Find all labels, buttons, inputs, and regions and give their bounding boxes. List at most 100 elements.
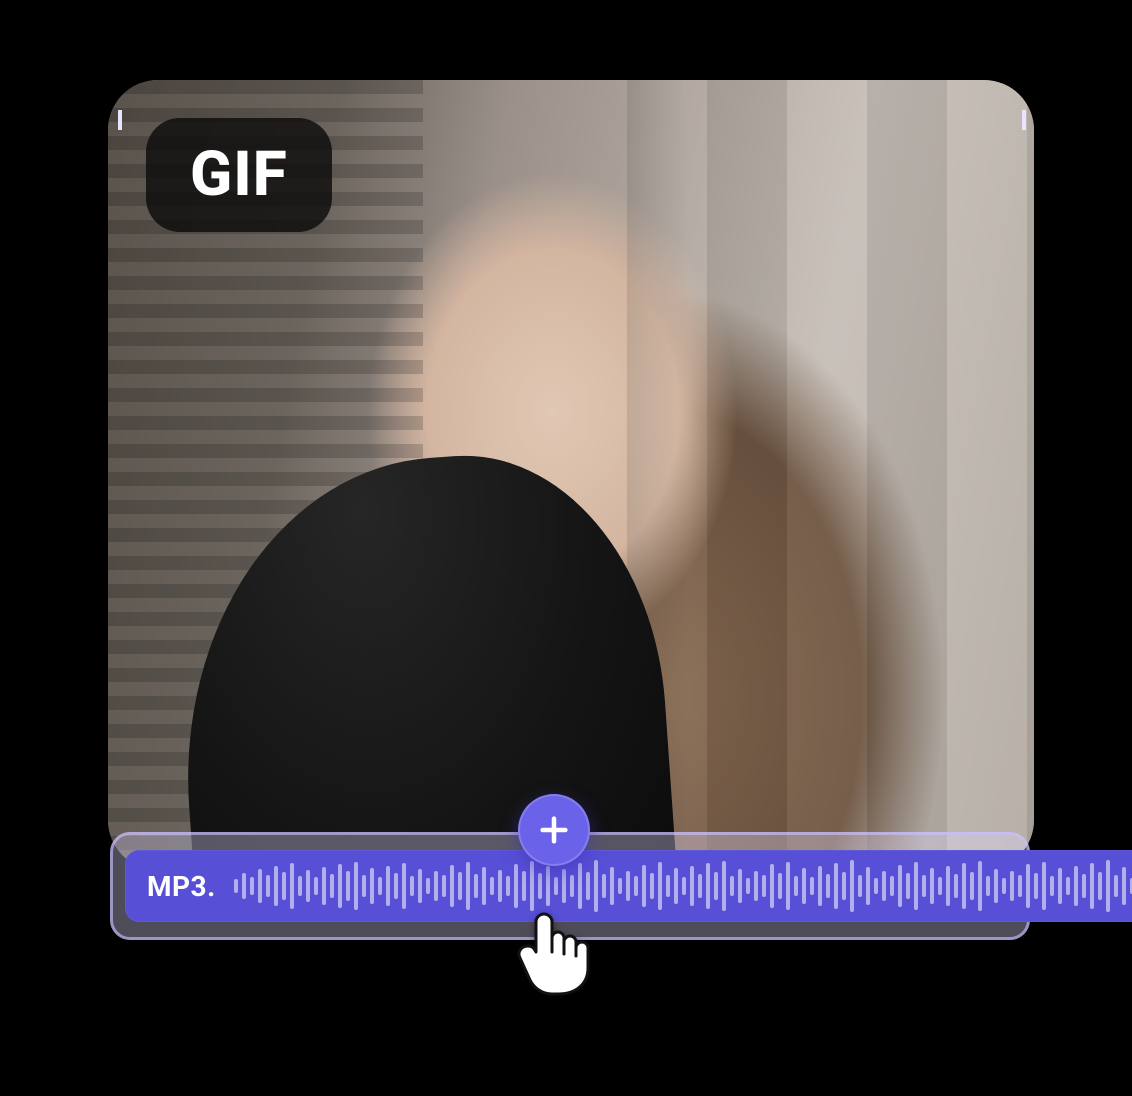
waveform-bar <box>810 877 814 895</box>
waveform-bar <box>386 866 390 906</box>
waveform-bar <box>650 873 654 899</box>
audio-clip[interactable]: MP3. <box>125 850 1132 922</box>
waveform-bar <box>866 867 870 905</box>
waveform-bar <box>434 871 438 901</box>
audio-format-label: MP3. <box>147 870 216 903</box>
timeline-tick-end <box>1022 110 1026 130</box>
waveform-bar <box>962 863 966 909</box>
waveform-bar <box>946 866 950 906</box>
waveform-bar <box>1122 867 1126 905</box>
waveform-bar <box>442 875 446 897</box>
waveform-bar <box>826 874 830 898</box>
waveform-bar <box>514 864 518 908</box>
waveform-bar <box>1114 875 1118 897</box>
waveform-bar <box>874 878 878 894</box>
waveform-bar <box>258 869 262 903</box>
waveform-bar <box>546 866 550 906</box>
waveform-bar <box>986 876 990 896</box>
waveform-bar <box>1058 868 1062 904</box>
waveform-bar <box>418 869 422 903</box>
waveform-bar <box>1018 875 1022 897</box>
audio-waveform <box>234 858 1132 914</box>
waveform-bar <box>594 860 598 912</box>
waveform-bar <box>370 868 374 904</box>
waveform-bar <box>330 874 334 898</box>
waveform-bar <box>1066 877 1070 895</box>
waveform-bar <box>818 866 822 906</box>
waveform-bar <box>642 865 646 907</box>
waveform-bar <box>1090 863 1094 909</box>
waveform-bar <box>658 862 662 910</box>
waveform-bar <box>890 876 894 896</box>
waveform-bar <box>1050 876 1054 896</box>
waveform-bar <box>490 877 494 895</box>
waveform-bar <box>1082 874 1086 898</box>
waveform-bar <box>626 871 630 901</box>
waveform-bar <box>778 873 782 899</box>
waveform-bar <box>338 864 342 908</box>
waveform-bar <box>458 872 462 900</box>
waveform-bar <box>770 864 774 908</box>
waveform-bar <box>906 873 910 899</box>
waveform-bar <box>994 869 998 903</box>
waveform-bar <box>898 865 902 907</box>
waveform-bar <box>858 875 862 897</box>
waveform-bar <box>250 877 254 895</box>
waveform-bar <box>346 871 350 901</box>
waveform-bar <box>354 862 358 910</box>
waveform-bar <box>730 876 734 896</box>
waveform-bar <box>882 871 886 901</box>
plus-icon <box>537 813 571 847</box>
waveform-bar <box>586 872 590 900</box>
waveform-bar <box>722 861 726 911</box>
waveform-bar <box>1074 866 1078 906</box>
waveform-bar <box>530 861 534 911</box>
waveform-bar <box>426 878 430 894</box>
waveform-bar <box>610 867 614 905</box>
waveform-bar <box>506 876 510 896</box>
waveform-bar <box>682 877 686 895</box>
waveform-bar <box>554 877 558 895</box>
waveform-bar <box>754 871 758 901</box>
waveform-bar <box>834 863 838 909</box>
waveform-bar <box>802 868 806 904</box>
waveform-bar <box>1034 873 1038 899</box>
waveform-bar <box>394 873 398 899</box>
waveform-bar <box>714 872 718 900</box>
waveform-bar <box>242 873 246 899</box>
waveform-bar <box>842 872 846 900</box>
waveform-bar <box>602 874 606 898</box>
waveform-bar <box>850 860 854 912</box>
waveform-bar <box>666 875 670 897</box>
format-badge-gif: GIF <box>146 118 332 232</box>
media-preview: GIF <box>108 80 1034 870</box>
waveform-bar <box>970 872 974 900</box>
waveform-bar <box>562 869 566 903</box>
waveform-bar <box>570 875 574 897</box>
waveform-bar <box>698 874 702 898</box>
waveform-bar <box>1002 878 1006 894</box>
waveform-bar <box>922 875 926 897</box>
waveform-bar <box>314 877 318 895</box>
waveform-bar <box>954 874 958 898</box>
waveform-bar <box>634 876 638 896</box>
waveform-bar <box>474 874 478 898</box>
waveform-bar <box>1106 860 1110 912</box>
waveform-bar <box>266 875 270 897</box>
waveform-bar <box>362 875 366 897</box>
waveform-bar <box>938 877 942 895</box>
waveform-bar <box>1042 862 1046 910</box>
waveform-bar <box>298 876 302 896</box>
waveform-bar <box>410 876 414 896</box>
add-audio-button[interactable] <box>518 794 590 866</box>
waveform-bar <box>522 871 526 901</box>
waveform-bar <box>786 862 790 910</box>
waveform-bar <box>234 879 238 893</box>
waveform-bar <box>290 863 294 909</box>
waveform-bar <box>674 868 678 904</box>
waveform-bar <box>690 866 694 906</box>
waveform-bar <box>930 868 934 904</box>
waveform-bar <box>402 863 406 909</box>
waveform-bar <box>282 872 286 900</box>
waveform-bar <box>482 867 486 905</box>
